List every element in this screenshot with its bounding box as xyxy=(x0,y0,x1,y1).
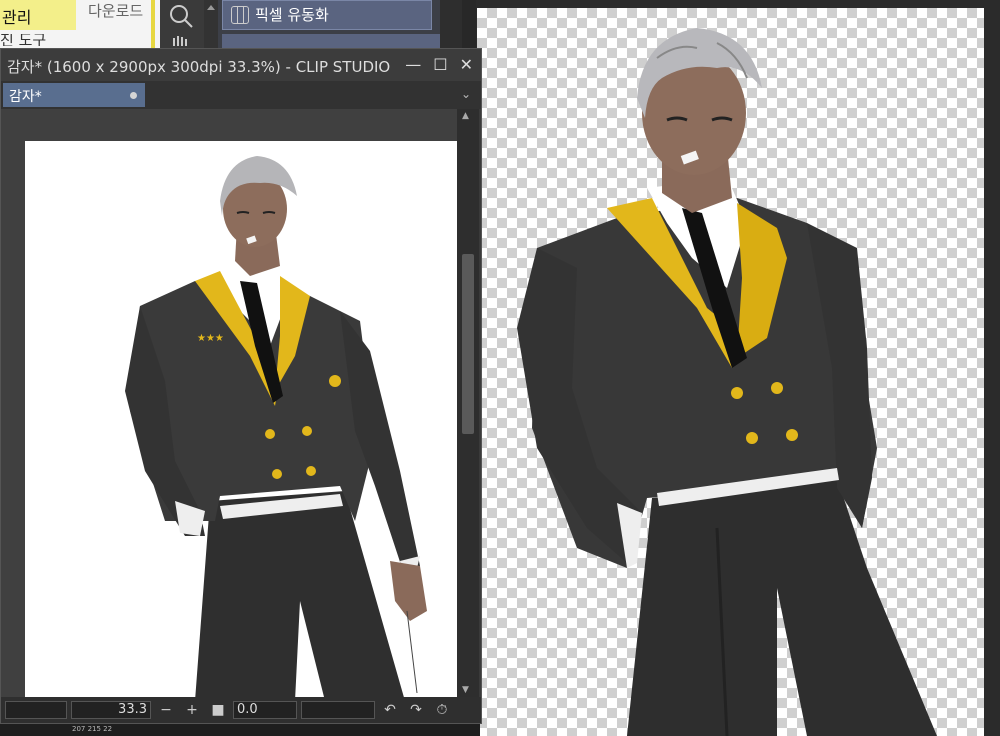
vertical-scrollbar[interactable]: ▲ ▼ xyxy=(457,109,479,697)
main-canvas[interactable] xyxy=(477,8,984,736)
maximize-icon[interactable]: ☐ xyxy=(433,55,447,74)
tab-download[interactable]: 다운로드 xyxy=(82,0,160,22)
zoom-in-button[interactable]: + xyxy=(181,702,203,718)
document-tab[interactable]: 감자* xyxy=(3,83,145,107)
sub-view-window: 감자* (1600 x 2900px 300dpi 33.3%) - CLIP … xyxy=(0,48,482,724)
layer-name: 픽셀 유동화 xyxy=(255,6,329,24)
navigator-status-bar: 33.3 − + ■ 0.0 ↶ ↷ ⏱ xyxy=(1,697,481,723)
document-tab-bar: 감자* ⌄ xyxy=(1,81,481,109)
canvas-paper[interactable]: ★★★ xyxy=(25,141,457,697)
window-controls: — ☐ ✕ xyxy=(405,55,473,74)
scroll-down-icon[interactable]: ▼ xyxy=(462,685,469,695)
zoom-field[interactable]: 33.3 xyxy=(71,701,151,719)
modified-dot-icon xyxy=(130,92,137,99)
color-readout: 207 215 22 xyxy=(72,725,113,733)
minimize-icon[interactable]: — xyxy=(405,55,421,74)
rotation-slider[interactable] xyxy=(301,701,375,719)
rotate-right-icon[interactable]: ↷ xyxy=(405,702,427,718)
character-illustration-small: ★★★ xyxy=(125,156,427,697)
sub-canvas-area[interactable]: ★★★ xyxy=(1,109,457,697)
character-illustration-large xyxy=(517,28,937,736)
scroll-thumb[interactable] xyxy=(462,254,474,434)
right-edge xyxy=(984,0,1000,736)
fit-button[interactable]: ■ xyxy=(207,702,229,718)
reset-rotation-icon[interactable]: ⏱ xyxy=(431,702,453,718)
zoom-slider[interactable] xyxy=(5,701,67,719)
svg-text:★★★: ★★★ xyxy=(197,333,224,344)
chevron-down-icon[interactable]: ⌄ xyxy=(461,87,471,101)
document-tab-label: 감자* xyxy=(9,89,42,105)
panel-divider xyxy=(440,0,462,50)
rotate-left-icon[interactable]: ↶ xyxy=(379,702,401,718)
tab-manage[interactable]: 관리 xyxy=(0,0,76,30)
close-icon[interactable]: ✕ xyxy=(460,55,473,74)
scroll-up-icon[interactable]: ▲ xyxy=(462,111,469,121)
tool-palette xyxy=(160,0,204,50)
layer-item-pixel-liquify[interactable]: 픽셀 유동화 xyxy=(222,0,432,30)
panel-scrollbar[interactable] xyxy=(204,0,218,50)
tool-label-partial: 진 도구 xyxy=(0,34,47,46)
layer-item[interactable] xyxy=(222,34,440,48)
window-title: 감자* (1600 x 2900px 300dpi 33.3%) - CLIP … xyxy=(7,58,391,76)
search-icon[interactable] xyxy=(160,0,204,50)
zoom-out-button[interactable]: − xyxy=(155,702,177,718)
rotation-field[interactable]: 0.0 xyxy=(233,701,297,719)
layer-thumb-icon xyxy=(231,5,249,24)
